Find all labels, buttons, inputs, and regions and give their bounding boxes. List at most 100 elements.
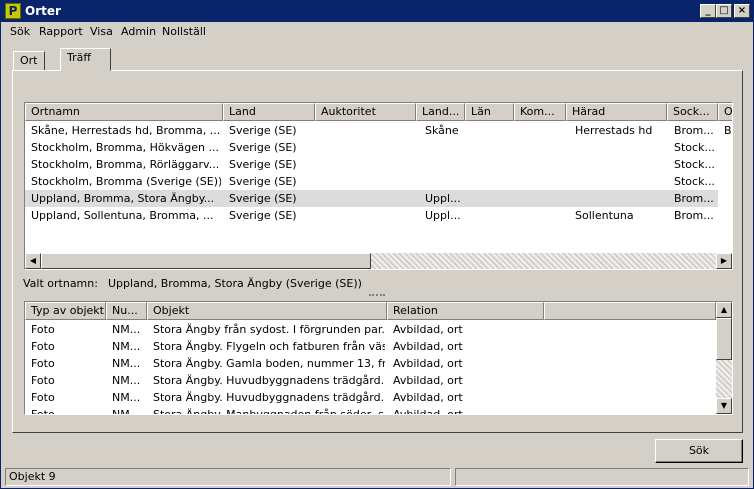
table-row[interactable]: Stockholm, Bromma, Rörläggarv... Sverige … (25, 156, 718, 173)
cell-landskap: Skåne (425, 124, 459, 137)
cell-typ: Foto (31, 408, 55, 415)
cell-objekt: Stora Ängby. Huvudbyggnadens trädgård... (153, 374, 385, 387)
cell-socken: Stock... (674, 141, 715, 154)
minimize-button[interactable]: _ (700, 4, 716, 18)
column-header-ortnamn[interactable]: Ortnamn (25, 103, 223, 121)
scroll-up-button[interactable]: ▲ (716, 302, 732, 318)
column-header-nummer[interactable]: Nu... (106, 302, 147, 320)
cell-ortnamn: Stockholm, Bromma (Sverige (SE)) (31, 175, 221, 188)
table-row[interactable]: Stockholm, Bromma (Sverige (SE)) Sverige … (25, 173, 718, 190)
table-row[interactable]: Foto NM... Stora Ängby. Huvudbyggnadens tr… (25, 389, 716, 406)
cell-typ: Foto (31, 323, 55, 336)
menu-admin[interactable]: Admin (121, 25, 156, 38)
tab-panel-traff: Ortnamn Land Auktoritet Land... Län Kom.… (12, 70, 743, 433)
cell-land: Sverige (SE) (229, 158, 297, 171)
cell-nummer: NM... (112, 408, 141, 415)
cell-socken: Brom... (674, 209, 714, 222)
cell-land: Sverige (SE) (229, 124, 297, 137)
orter-window: P Orter _ □ × Sök Rapport Visa Admin Nol… (0, 0, 754, 489)
table-row[interactable]: Skåne, Herrestads hd, Bromma, ... Sverige… (25, 122, 732, 139)
cell-relation: Avbildad, ort (393, 391, 463, 404)
places-table[interactable]: Ortnamn Land Auktoritet Land... Län Kom.… (24, 102, 733, 270)
vertical-scroll-thumb[interactable] (716, 318, 732, 360)
menu-visa[interactable]: Visa (90, 25, 113, 38)
objects-table[interactable]: Typ av objekt Nu... Objekt Relation Foto… (24, 301, 733, 415)
cell-ortnamn: Stockholm, Bromma, Rörläggarv... (31, 158, 220, 171)
cell-objekt: Stora Ängby. Huvudbyggnadens trädgård... (153, 391, 385, 404)
cell-relation: Avbildad, ort (393, 408, 463, 415)
table-row[interactable]: Stockholm, Bromma, Hökvägen ... Sverige (… (25, 139, 718, 156)
window-title: Orter (25, 4, 61, 18)
cell-typ: Foto (31, 357, 55, 370)
cell-socken: Stock... (674, 158, 715, 171)
menu-bar: Sök Rapport Visa Admin Nollställ (1, 22, 753, 42)
column-header-socken[interactable]: Sock... (667, 103, 718, 121)
tab-ort[interactable]: Ort (13, 51, 45, 71)
cell-objekt: Stora Ängby. Gamla boden, nummer 13, fr.… (153, 357, 385, 370)
column-header-relation[interactable]: Relation (387, 302, 544, 320)
cell-land: Sverige (SE) (229, 192, 297, 205)
cell-ortnamn: Uppland, Bromma, Stora Ängby... (31, 192, 215, 205)
cell-harad: Herrestads hd (575, 124, 653, 137)
selected-place-value: Uppland, Bromma, Stora Ängby (Sverige (S… (108, 277, 362, 290)
cell-socken: Brom... (674, 192, 714, 205)
cell-harad: Sollentuna (575, 209, 634, 222)
table-row[interactable]: Foto NM... Stora Ängby. Flygeln och fatbur… (25, 338, 716, 355)
column-header-typ-av-objekt[interactable]: Typ av objekt (25, 302, 106, 320)
horizontal-scroll-thumb[interactable] (41, 253, 371, 269)
table-row[interactable]: Uppland, Bromma, Stora Ängby... Sverige (… (25, 190, 718, 207)
column-header-auktoritet[interactable]: Auktoritet (315, 103, 416, 121)
vertical-scroll-track[interactable] (716, 360, 732, 398)
cell-nummer: NM... (112, 357, 141, 370)
splitter-handle[interactable] (369, 294, 385, 296)
search-button[interactable]: Sök (655, 439, 743, 463)
cell-typ: Foto (31, 391, 55, 404)
cell-objekt: Stora Ängby från sydost. I förgrunden pa… (153, 323, 385, 336)
cell-objekt: Stora Ängby. Manbyggnaden från söder, s.… (153, 408, 385, 415)
menu-rapport[interactable]: Rapport (39, 25, 83, 38)
cell-relation: Avbildad, ort (393, 374, 463, 387)
table-row[interactable]: Foto NM... Stora Ängby. Huvudbyggnadens tr… (25, 372, 716, 389)
cell-nummer: NM... (112, 340, 141, 353)
column-header-harad[interactable]: Härad (566, 103, 667, 121)
cell-socken: Brom... (674, 124, 714, 137)
cell-ortnamn: Uppland, Sollentuna, Bromma, ... (31, 209, 214, 222)
cell-relation: Avbildad, ort (393, 357, 463, 370)
menu-nollstall[interactable]: Nollställ (162, 25, 206, 38)
scroll-left-button[interactable]: ◀ (25, 253, 41, 269)
cell-typ: Foto (31, 340, 55, 353)
table-row[interactable]: Foto NM... Stora Ängby från sydost. I förg… (25, 321, 716, 338)
cell-nummer: NM... (112, 391, 141, 404)
column-header-empty (544, 302, 716, 320)
cell-landskap: Uppl... (425, 192, 461, 205)
status-object-count: Objekt 9 (5, 468, 451, 486)
cell-typ: Foto (31, 374, 55, 387)
column-header-landskap[interactable]: Land... (416, 103, 465, 121)
scroll-down-button[interactable]: ▼ (716, 398, 732, 414)
table-row[interactable]: Foto NM... Stora Ängby. Manbyggnaden från … (25, 406, 716, 415)
app-logo-icon: P (5, 3, 21, 19)
column-header-o[interactable]: O (718, 103, 732, 121)
scroll-right-button[interactable]: ▶ (716, 253, 732, 269)
cell-relation: Avbildad, ort (393, 340, 463, 353)
cell-land: Sverige (SE) (229, 175, 297, 188)
cell-nummer: NM... (112, 374, 141, 387)
cell-socken: Stock... (674, 175, 715, 188)
column-header-land[interactable]: Land (223, 103, 315, 121)
cell-ortnamn: Stockholm, Bromma, Hökvägen ... (31, 141, 219, 154)
status-bar: Objekt 9 (5, 468, 749, 486)
maximize-button[interactable]: □ (716, 4, 732, 18)
cell-ortnamn: Skåne, Herrestads hd, Bromma, ... (31, 124, 221, 137)
horizontal-scroll-track[interactable] (371, 253, 716, 269)
close-button[interactable]: × (734, 4, 750, 18)
tab-traff[interactable]: Träff (60, 48, 111, 71)
cell-land: Sverige (SE) (229, 141, 297, 154)
cell-nummer: NM... (112, 323, 141, 336)
column-header-lan[interactable]: Län (465, 103, 514, 121)
column-header-kommun[interactable]: Kom... (514, 103, 566, 121)
menu-sok[interactable]: Sök (10, 25, 30, 38)
title-bar[interactable]: P Orter _ □ × (1, 1, 753, 22)
column-header-objekt[interactable]: Objekt (147, 302, 387, 320)
table-row[interactable]: Foto NM... Stora Ängby. Gamla boden, numme… (25, 355, 716, 372)
table-row[interactable]: Uppland, Sollentuna, Bromma, ... Sverige … (25, 207, 718, 224)
